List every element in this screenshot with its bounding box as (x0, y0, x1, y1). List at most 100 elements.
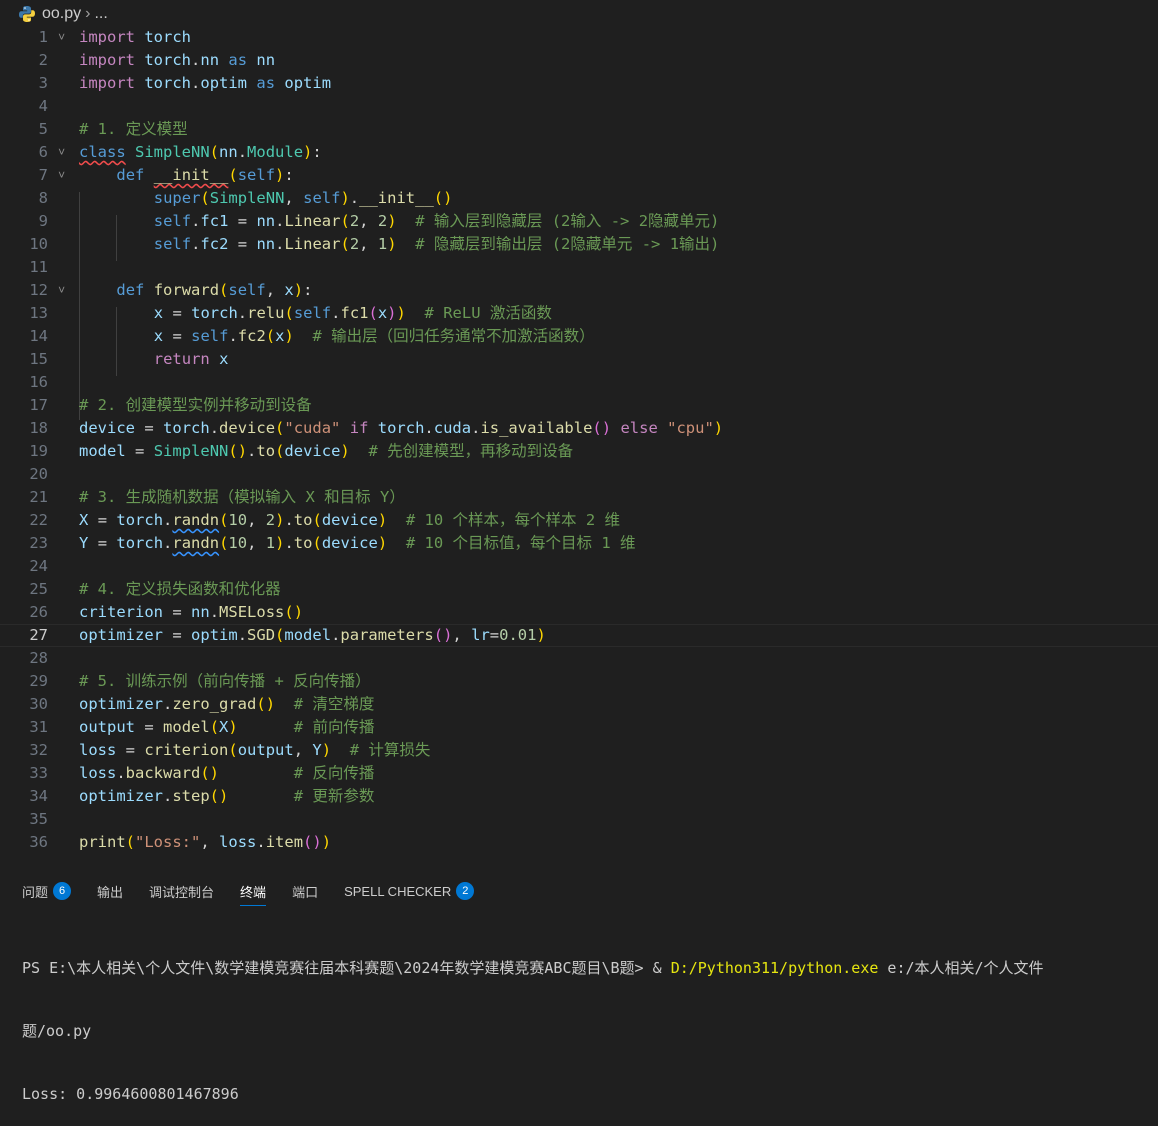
line-number: 11 (29, 258, 48, 276)
code-line[interactable]: 2 import torch.nn as nn (0, 49, 1158, 72)
code-line[interactable]: 35 (0, 808, 1158, 831)
code-text: Y = torch.randn(10, 1).to(device) # 10 个… (79, 534, 636, 552)
code-text: optimizer.step() # 更新参数 (79, 787, 375, 805)
code-text: device = torch.device("cuda" if torch.cu… (79, 419, 724, 437)
fold-chevron-icon[interactable]: ˅ (58, 164, 65, 187)
code-text: import torch.nn as nn (79, 51, 276, 69)
code-line[interactable]: 12 ˅ def forward(self, x): (0, 279, 1158, 302)
code-line[interactable]: 14 x = self.fc2(x) # 输出层（回归任务通常不加激活函数） (0, 325, 1158, 348)
code-text: X = torch.randn(10, 2).to(device) # 10 个… (79, 511, 620, 529)
code-line[interactable]: 3 import torch.optim as optim (0, 72, 1158, 95)
code-line[interactable]: 27 optimizer = optim.SGD(model.parameters… (0, 624, 1158, 647)
line-number: 33 (29, 764, 48, 782)
code-line[interactable]: 31 output = model(X) # 前向传播 (0, 716, 1158, 739)
code-line[interactable]: 6 ˅ class SimpleNN(nn.Module): (0, 141, 1158, 164)
breadcrumb-file[interactable]: oo.py (42, 5, 81, 23)
terminal-output: Loss: 0.9964600801467896 (22, 1085, 239, 1103)
terminal-command-line: PS E:\本人相关\个人文件\数学建模竞赛往届本科赛题\2024年数学建模竞赛… (22, 958, 1158, 979)
code-line[interactable]: 20 (0, 463, 1158, 486)
code-line[interactable]: 32 loss = criterion(output, Y) # 计算损失 (0, 739, 1158, 762)
panel-tab-label: 调试控制台 (149, 884, 215, 900)
terminal-exe: D:/Python311/python.exe (670, 959, 879, 977)
panel-tabs: 问题 6 输出 调试控制台 终端 端口 SPELL CHECKER 2 (0, 872, 1158, 910)
code-line[interactable]: 4 (0, 95, 1158, 118)
panel-tab-label: 问题 (22, 884, 49, 900)
fold-chevron-icon[interactable]: ˅ (58, 26, 65, 49)
code-text: super(SimpleNN, self).__init__() (153, 189, 453, 207)
line-number: 19 (29, 442, 48, 460)
panel-tab[interactable]: 调试控制台 (149, 872, 214, 910)
breadcrumb: oo.py › ... (0, 0, 1158, 28)
code-text: # 4. 定义损失函数和优化器 (79, 580, 281, 598)
terminal-arg-cont: 题/oo.py (22, 1022, 92, 1040)
code-line[interactable]: 24 (0, 555, 1158, 578)
code-line[interactable]: 9 self.fc1 = nn.Linear(2, 2) # 输入层到隐藏层 (… (0, 210, 1158, 233)
code-text: class SimpleNN(nn.Module): (79, 143, 322, 161)
code-text: import torch.optim as optim (79, 74, 332, 92)
panel-tab[interactable]: 终端 (240, 872, 267, 910)
code-line[interactable]: 19 model = SimpleNN().to(device) # 先创建模型，… (0, 440, 1158, 463)
panel-tab[interactable]: SPELL CHECKER 2 (344, 872, 475, 910)
line-number: 34 (29, 787, 48, 805)
panel-tab-label: 输出 (97, 884, 124, 900)
code-text: model = SimpleNN().to(device) # 先创建模型，再移… (79, 442, 574, 460)
code-line[interactable]: 17 # 2. 创建模型实例并移动到设备 (0, 394, 1158, 417)
code-text: loss = criterion(output, Y) # 计算损失 (79, 741, 431, 759)
panel-tab[interactable]: 输出 (97, 872, 123, 910)
code-line[interactable]: 7 ˅ def __init__(self): (0, 164, 1158, 187)
terminal[interactable]: PS E:\本人相关\个人文件\数学建模竞赛往届本科赛题\2024年数学建模竞赛… (22, 916, 1158, 1126)
code-line[interactable]: 22 X = torch.randn(10, 2).to(device) # 10… (0, 509, 1158, 532)
line-number: 3 (38, 74, 48, 92)
panel-tab[interactable]: 问题 6 (22, 872, 72, 910)
breadcrumb-rest[interactable]: ... (94, 5, 107, 23)
code-line[interactable]: 23 Y = torch.randn(10, 1).to(device) # 10… (0, 532, 1158, 555)
line-number: 16 (29, 373, 48, 391)
code-text: loss.backward() # 反向传播 (79, 764, 375, 782)
line-number: 6 (38, 143, 48, 161)
code-line[interactable]: 8 super(SimpleNN, self).__init__() (0, 187, 1158, 210)
line-number: 31 (29, 718, 48, 736)
code-line[interactable]: 36 print("Loss:", loss.item()) (0, 831, 1158, 854)
count-badge: 2 (456, 882, 475, 900)
line-number: 30 (29, 695, 48, 713)
code-line[interactable]: 5 # 1. 定义模型 (0, 118, 1158, 141)
line-number: 15 (29, 350, 48, 368)
code-line[interactable]: 30 optimizer.zero_grad() # 清空梯度 (0, 693, 1158, 716)
line-number: 2 (38, 51, 48, 69)
code-text: # 2. 创建模型实例并移动到设备 (79, 396, 312, 414)
code-line[interactable]: 21 # 3. 生成随机数据（模拟输入 X 和目标 Y） (0, 486, 1158, 509)
count-badge: 6 (53, 882, 72, 900)
line-number: 27 (29, 626, 48, 644)
line-number: 36 (29, 833, 48, 851)
code-line[interactable]: 34 optimizer.step() # 更新参数 (0, 785, 1158, 808)
line-number: 13 (29, 304, 48, 322)
line-number: 17 (29, 396, 48, 414)
code-line[interactable]: 10 self.fc2 = nn.Linear(2, 1) # 隐藏层到输出层 … (0, 233, 1158, 256)
code-line[interactable]: 33 loss.backward() # 反向传播 (0, 762, 1158, 785)
code-line[interactable]: 26 criterion = nn.MSELoss() (0, 601, 1158, 624)
panel-tab[interactable]: 端口 (292, 872, 318, 910)
code-text: x = torch.relu(self.fc1(x)) # ReLU 激活函数 (153, 304, 552, 322)
fold-chevron-icon[interactable]: ˅ (58, 141, 65, 164)
code-text: def __init__(self): (116, 166, 294, 184)
line-number: 35 (29, 810, 48, 828)
code-line[interactable]: 1 ˅ import torch (0, 26, 1158, 49)
code-line[interactable]: 16 (0, 371, 1158, 394)
code-line[interactable]: 11 (0, 256, 1158, 279)
code-line[interactable]: 18 device = torch.device("cuda" if torch.… (0, 417, 1158, 440)
line-number: 10 (29, 235, 48, 253)
fold-chevron-icon[interactable]: ˅ (58, 279, 65, 302)
code-text: x = self.fc2(x) # 输出层（回归任务通常不加激活函数） (153, 327, 595, 345)
code-text: self.fc1 = nn.Linear(2, 2) # 输入层到隐藏层 (2输… (153, 212, 720, 230)
code-line[interactable]: 15 return x (0, 348, 1158, 371)
code-text: optimizer = optim.SGD(model.parameters()… (79, 626, 546, 644)
line-number: 29 (29, 672, 48, 690)
code-line[interactable]: 29 # 5. 训练示例（前向传播 + 反向传播） (0, 670, 1158, 693)
line-number: 14 (29, 327, 48, 345)
code-line[interactable]: 25 # 4. 定义损失函数和优化器 (0, 578, 1158, 601)
code-line[interactable]: 13 x = torch.relu(self.fc1(x)) # ReLU 激活… (0, 302, 1158, 325)
terminal-prompt: PS E:\本人相关\个人文件\数学建模竞赛往届本科赛题\2024年数学建模竞赛… (22, 959, 671, 977)
code-line[interactable]: 28 (0, 647, 1158, 670)
code-editor[interactable]: 1 ˅ import torch 2 import torch.nn as nn 3 imp… (0, 26, 1158, 858)
line-number: 24 (29, 557, 48, 575)
